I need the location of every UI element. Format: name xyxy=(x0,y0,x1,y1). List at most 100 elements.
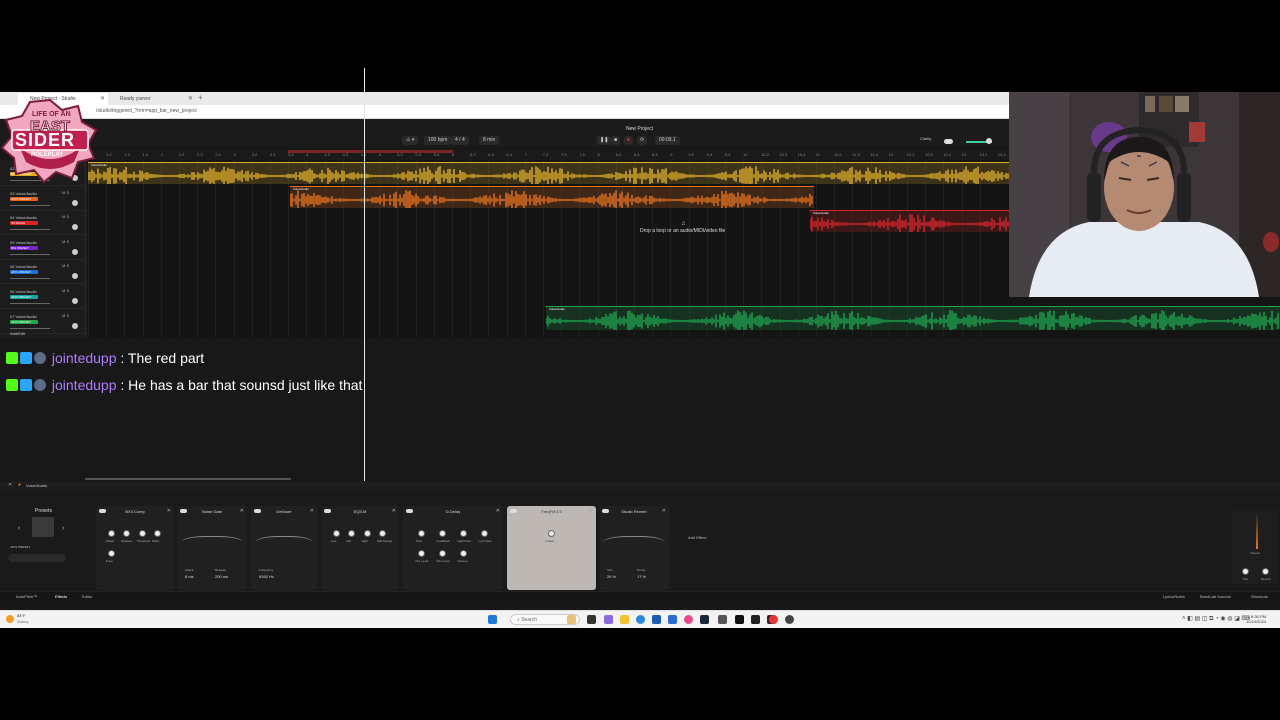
audio-clip[interactable]: Voice/Audio xyxy=(810,210,1009,232)
horizontal-scrollbar[interactable] xyxy=(85,478,291,480)
tray-icons[interactable]: ˄ ◧ ▤ ◫ ⧉ ◔ ◉ ◍ ◪ ⌨ xyxy=(1182,615,1250,623)
timeline-ruler[interactable]: 1.21.31.422.22.32.433.23.33.444.24.34.45… xyxy=(88,150,1009,160)
chat-username[interactable]: jointedupp xyxy=(52,350,117,366)
track-name[interactable]: 06 Voice/Audio xyxy=(10,289,37,294)
grid-line xyxy=(270,160,271,338)
app-icon[interactable] xyxy=(785,615,794,624)
app-icon[interactable] xyxy=(684,615,693,624)
grid-line xyxy=(160,160,162,338)
edge-icon[interactable] xyxy=(636,615,645,624)
system-clock[interactable]: 8:30 PM 10/24/2024 xyxy=(1246,614,1266,624)
mute-solo-buttons[interactable]: M S xyxy=(62,239,69,244)
ruler-tick: 5.2 xyxy=(397,152,403,157)
key-field[interactable]: 8 min xyxy=(479,136,500,145)
ruler-tick: 9.3 xyxy=(706,152,713,157)
track-name[interactable]: 07 Voice/Audio xyxy=(10,314,37,319)
ruler-tick: 4.2 xyxy=(324,152,330,157)
grid-line xyxy=(88,160,89,338)
audio-clip[interactable]: Voice/Audio xyxy=(88,162,1009,184)
waveform xyxy=(88,165,1009,184)
track-header[interactable]: 06 Voice/Audio M S JAYS PRESET xyxy=(0,260,86,285)
tab-other[interactable]: Ready ysever ✕ xyxy=(108,93,196,105)
windows-start-icon[interactable] xyxy=(488,615,497,624)
ruler-tick: 12 xyxy=(888,152,894,157)
ruler-tick: 2.3 xyxy=(197,152,203,157)
weather-icon[interactable] xyxy=(6,615,14,623)
track-header[interactable]: 07 Voice/Audio M S JAYS PRESET xyxy=(0,310,86,334)
ruler-tick: 11 xyxy=(815,152,820,157)
track-preset-badge[interactable]: JAYS PRESET xyxy=(10,270,38,275)
track-pan-knob[interactable] xyxy=(72,199,78,206)
close-tab-icon[interactable]: ✕ xyxy=(188,93,193,105)
metronome-icon[interactable]: ⚠ ▾ xyxy=(402,136,419,145)
waveform-path xyxy=(290,190,813,208)
track-preset-badge[interactable]: JAYS PRESET xyxy=(10,196,38,201)
mute-solo-buttons[interactable]: M S xyxy=(62,288,69,293)
pause-button[interactable]: ❚❚ xyxy=(597,136,612,145)
track-name[interactable]: 05 Voice/Audio xyxy=(10,240,37,245)
ruler-tick: 13.2 xyxy=(979,152,988,157)
track-volume-slider[interactable] xyxy=(10,229,50,231)
clarity-toggle[interactable] xyxy=(944,139,953,144)
track-volume-slider[interactable] xyxy=(10,278,50,280)
track-pan-knob[interactable] xyxy=(72,322,78,329)
bpm-field[interactable]: 100 bpm xyxy=(424,136,452,145)
track-pan-knob[interactable] xyxy=(72,248,78,255)
chat-username[interactable]: jointedupp xyxy=(52,377,117,393)
close-tab-icon[interactable]: ✕ xyxy=(100,93,105,105)
loop-range[interactable] xyxy=(288,150,453,153)
file-explorer-icon[interactable] xyxy=(620,615,629,624)
track-pan-knob[interactable] xyxy=(72,273,78,280)
stream-logo: LIFE OF AN EAST SIDER ROLEPLAY xyxy=(0,96,100,186)
app-icon[interactable] xyxy=(604,615,613,624)
track-volume-slider[interactable] xyxy=(10,253,50,255)
ruler-tick: 8.4 xyxy=(652,152,658,157)
record-button[interactable]: ● xyxy=(624,136,634,145)
stop-button[interactable]: ■ xyxy=(611,136,621,145)
track-name[interactable]: 04 Voice/Audio xyxy=(10,215,37,220)
track-pan-knob[interactable] xyxy=(72,224,78,231)
track-preset-badge[interactable]: SO MUCH xyxy=(10,221,38,226)
track-header[interactable]: 06 Voice/Audio M S JAYS PRESET xyxy=(0,285,86,309)
loop-button[interactable]: ⟳ xyxy=(637,136,648,145)
waveform-path xyxy=(88,165,1009,184)
track-list: 02 Voice/AudioM SBASS PRESET03 Voice/Aud… xyxy=(0,160,86,338)
audio-clip[interactable]: Voice/Audio xyxy=(546,306,1280,330)
store-icon[interactable] xyxy=(652,615,661,624)
app-icon[interactable] xyxy=(735,615,744,624)
add-track-button[interactable]: Add/Edit xyxy=(10,331,25,336)
project-title[interactable]: New Project xyxy=(626,126,653,132)
track-volume-slider[interactable] xyxy=(10,327,50,329)
time-signature[interactable]: 4 / 4 xyxy=(451,136,469,145)
track-pan-knob[interactable] xyxy=(72,298,78,304)
mute-solo-buttons[interactable]: M S xyxy=(62,263,69,268)
ruler-tick: 8 xyxy=(597,152,600,157)
track-preset-badge[interactable]: BIG PRESET xyxy=(10,245,38,250)
ruler-tick: 3.2 xyxy=(251,152,258,157)
mute-solo-buttons[interactable]: M S xyxy=(62,190,69,195)
app-icon[interactable] xyxy=(567,615,576,624)
new-tab-icon[interactable]: + xyxy=(198,92,203,104)
obs-icon[interactable] xyxy=(751,615,760,624)
app-icon[interactable] xyxy=(718,615,727,624)
app-icon[interactable] xyxy=(668,615,677,624)
track-header[interactable]: 03 Voice/Audio M S JAYS PRESET xyxy=(0,187,86,211)
track-name[interactable]: 06 Voice/Audio xyxy=(10,264,37,269)
track-preset-badge[interactable]: JAYS PRESET xyxy=(10,295,38,299)
chrome-icon[interactable] xyxy=(769,615,778,624)
track-header[interactable]: 05 Voice/Audio M S BIG PRESET xyxy=(0,236,86,260)
track-name[interactable]: 03 Voice/Audio xyxy=(10,191,37,196)
track-header[interactable]: 04 Voice/Audio M S SO MUCH xyxy=(0,211,86,236)
ruler-tick: 7 xyxy=(524,152,527,157)
task-view-icon[interactable] xyxy=(587,615,596,624)
mute-solo-buttons[interactable]: M S xyxy=(62,214,69,219)
audio-clip[interactable]: Voice/Audio xyxy=(290,186,814,208)
mute-solo-buttons[interactable]: M S xyxy=(62,313,69,318)
address-bar[interactable]: /studio/triggered_?mm=app_bar_new_projec… xyxy=(0,105,1009,119)
steam-icon[interactable] xyxy=(700,615,709,624)
track-volume-slider[interactable] xyxy=(10,303,50,304)
track-preset-badge[interactable]: JAYS PRESET xyxy=(10,319,38,324)
track-volume-slider[interactable] xyxy=(10,204,50,206)
tab-label: Ready ysever xyxy=(120,96,151,102)
volume-slider-thumb[interactable] xyxy=(986,138,992,144)
